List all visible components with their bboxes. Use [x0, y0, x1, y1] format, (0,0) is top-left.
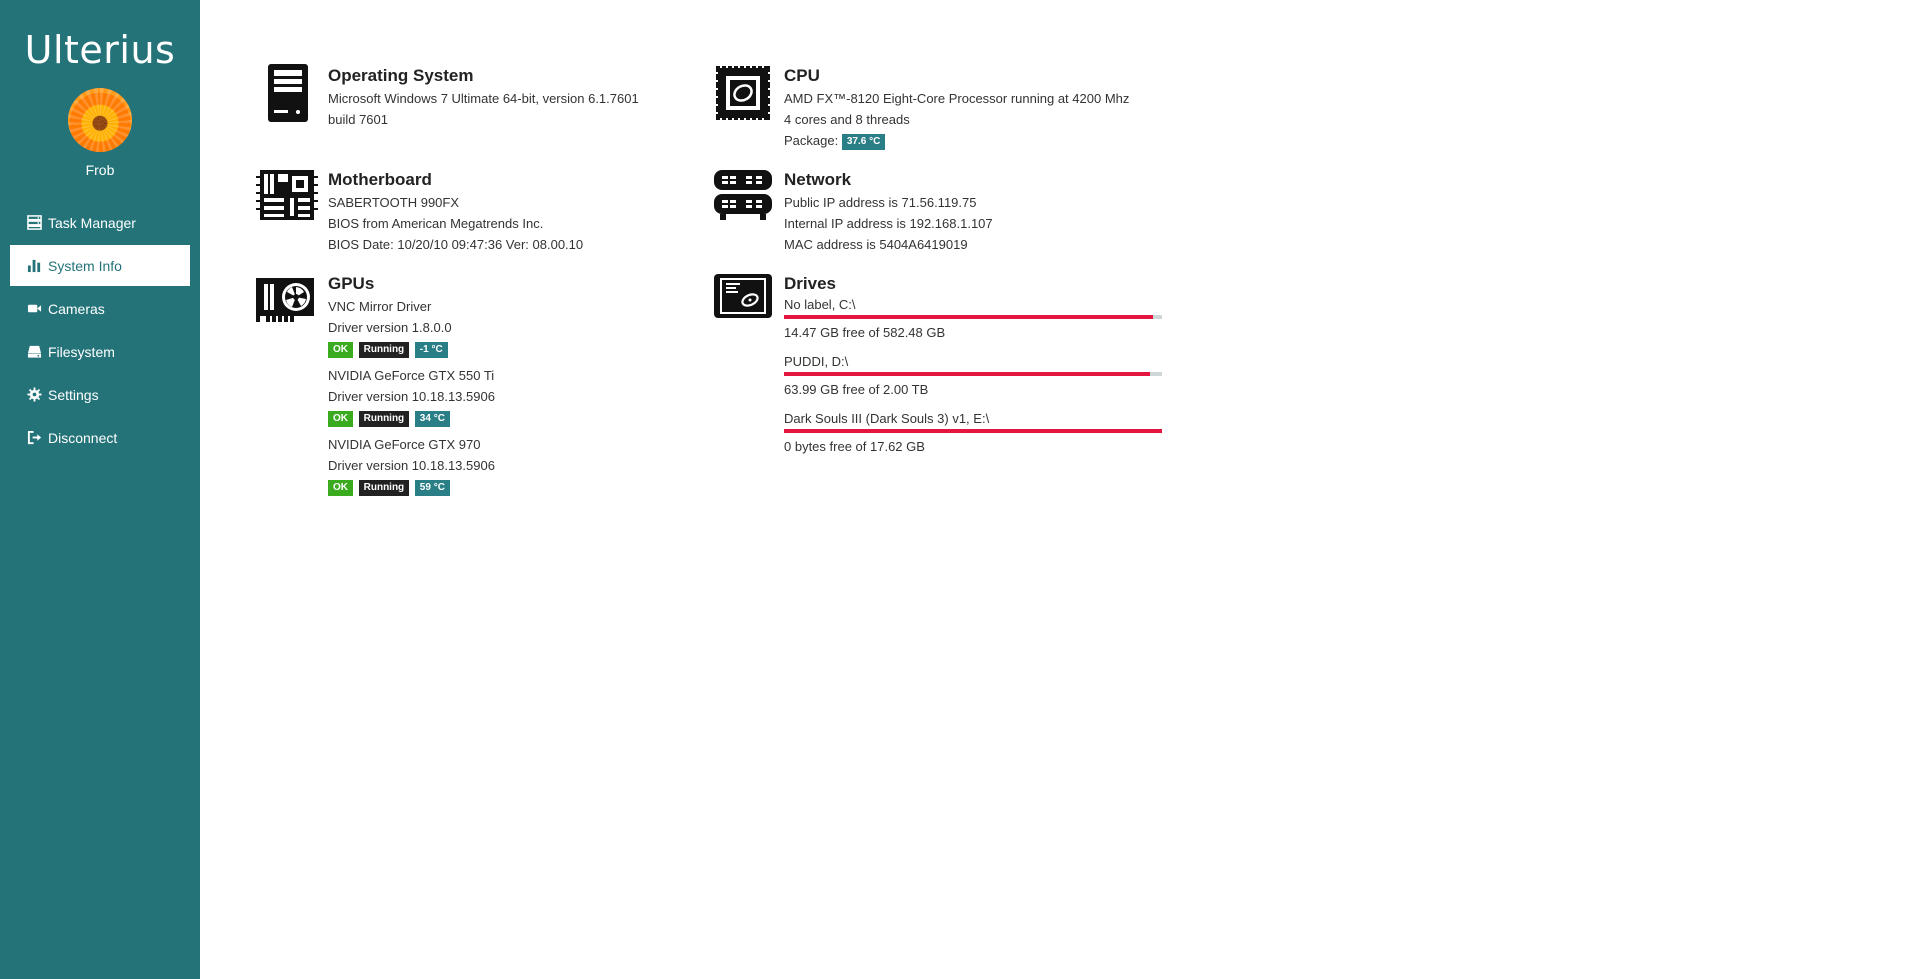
gpu-item: NVIDIA GeForce GTX 550 Ti Driver version… — [328, 365, 495, 428]
avatar[interactable] — [68, 88, 132, 152]
drive-usage-bar — [784, 429, 1162, 433]
cpu-section: CPU AMD FX™-8120 Eight-Core Processor ru… — [712, 62, 1129, 151]
sidebar-item-system-info[interactable]: System Info — [10, 245, 190, 286]
drive-free: 63.99 GB free of 2.00 TB — [784, 382, 929, 397]
drive-item: Dark Souls III (Dark Souls 3) v1, E:\ 0 … — [784, 410, 1162, 455]
gpus-section: GPUs VNC Mirror Driver Driver version 1.… — [256, 270, 495, 503]
cpu-title: CPU — [784, 66, 820, 85]
gpu-badges: OK Running 34 °C — [328, 407, 495, 428]
hard-disk-icon — [712, 270, 774, 332]
gpu-name: NVIDIA GeForce GTX 550 Ti — [328, 368, 495, 383]
bios-date: BIOS Date: 10/20/10 09:47:36 Ver: 08.00.… — [328, 237, 584, 252]
drives-section: Drives No label, C:\ 14.47 GB free of 58… — [712, 270, 1162, 467]
bios-vendor: BIOS from American Megatrends Inc. — [328, 216, 544, 231]
gpu-name: NVIDIA GeForce GTX 970 — [328, 437, 481, 452]
cpu-package-label: Package: — [784, 133, 839, 148]
sidebar-item-task-manager[interactable]: Task Manager — [10, 202, 190, 243]
mac-address: MAC address is 5404A6419019 — [784, 237, 968, 252]
cpu-cores: 4 cores and 8 threads — [784, 112, 910, 127]
motherboard-section: Motherboard SABERTOOTH 990FX BIOS from A… — [256, 166, 583, 255]
state-badge: Running — [358, 410, 410, 427]
motherboard-title: Motherboard — [328, 170, 432, 189]
sidebar-item-label: Task Manager — [48, 214, 136, 231]
gpu-driver: Driver version 10.18.13.5906 — [328, 389, 495, 404]
sidebar-item-disconnect[interactable]: Disconnect — [10, 417, 190, 458]
os-build: build 7601 — [328, 112, 388, 127]
drive-usage-bar — [784, 315, 1162, 319]
drive-usage-fill — [784, 315, 1153, 319]
gpu-driver: Driver version 10.18.13.5906 — [328, 458, 495, 473]
gpu-badges: OK Running -1 °C — [328, 338, 495, 359]
drive-usage-fill — [784, 372, 1151, 376]
main-content: Operating System Microsoft Windows 7 Ult… — [200, 0, 1920, 979]
sidebar-item-label: Filesystem — [48, 343, 115, 360]
drive-item: No label, C:\ 14.47 GB free of 582.48 GB — [784, 296, 1162, 341]
cpu-package: Package: 37.6 °C — [784, 130, 1129, 151]
sidebar-item-label: Disconnect — [48, 429, 118, 446]
temp-badge: 34 °C — [414, 410, 450, 427]
drive-usage-fill — [784, 429, 1162, 433]
bar-chart-icon — [26, 258, 42, 274]
gpu-item: VNC Mirror Driver Driver version 1.8.0.0… — [328, 296, 495, 359]
sidebar-item-label: System Info — [48, 257, 122, 274]
gpu-badges: OK Running 59 °C — [328, 476, 495, 497]
sidebar-item-label: Settings — [48, 386, 99, 403]
hard-drive-icon — [26, 344, 42, 360]
app-title: Ulterius — [24, 28, 176, 72]
sidebar-item-cameras[interactable]: Cameras — [10, 288, 190, 329]
gear-icon — [26, 387, 42, 403]
sidebar: Ulterius Frob Task Manager System Info C… — [0, 0, 200, 979]
gpu-driver: Driver version 1.8.0.0 — [328, 320, 452, 335]
cpu-model: AMD FX™-8120 Eight-Core Processor runnin… — [784, 91, 1130, 106]
os-title: Operating System — [328, 66, 474, 85]
drive-label: No label, C:\ — [784, 297, 856, 312]
status-badge: OK — [328, 479, 353, 496]
gpu-name: VNC Mirror Driver — [328, 299, 432, 314]
username: Frob — [85, 162, 115, 178]
server-icon — [26, 215, 42, 231]
video-camera-icon — [26, 301, 42, 317]
public-ip: Public IP address is 71.56.119.75 — [784, 195, 977, 210]
status-badge: OK — [328, 410, 353, 427]
drive-free: 14.47 GB free of 582.48 GB — [784, 325, 946, 340]
sign-out-icon — [26, 430, 42, 446]
sidebar-item-filesystem[interactable]: Filesystem — [10, 331, 190, 372]
network-title: Network — [784, 170, 852, 189]
drive-usage-bar — [784, 372, 1162, 376]
drive-label: PUDDI, D:\ — [784, 354, 849, 369]
state-badge: Running — [358, 479, 410, 496]
state-badge: Running — [358, 341, 410, 358]
sidebar-nav: Task Manager System Info Cameras Filesys… — [0, 202, 200, 458]
internal-ip: Internal IP address is 192.168.1.107 — [784, 216, 993, 231]
sidebar-item-settings[interactable]: Settings — [10, 374, 190, 415]
status-badge: OK — [328, 341, 353, 358]
drive-free: 0 bytes free of 17.62 GB — [784, 439, 925, 454]
drive-item: PUDDI, D:\ 63.99 GB free of 2.00 TB — [784, 353, 1162, 398]
os-version: Microsoft Windows 7 Ultimate 64-bit, ver… — [328, 91, 639, 106]
sidebar-item-label: Cameras — [48, 300, 105, 317]
temp-badge: 59 °C — [414, 479, 450, 496]
drive-label: Dark Souls III (Dark Souls 3) v1, E:\ — [784, 411, 990, 426]
computer-tower-icon — [256, 62, 318, 124]
network-switch-icon — [712, 166, 774, 228]
motherboard-icon — [256, 166, 318, 228]
graphics-card-icon — [256, 270, 318, 332]
gpus-title: GPUs — [328, 274, 375, 293]
temp-badge: -1 °C — [414, 341, 448, 358]
motherboard-model: SABERTOOTH 990FX — [328, 195, 460, 210]
os-section: Operating System Microsoft Windows 7 Ult… — [256, 62, 639, 130]
cpu-temp-badge: 37.6 °C — [841, 133, 886, 150]
cpu-chip-icon — [712, 62, 774, 124]
drives-title: Drives — [784, 274, 836, 293]
network-section: Network Public IP address is 71.56.119.7… — [712, 166, 993, 255]
gpu-item: NVIDIA GeForce GTX 970 Driver version 10… — [328, 434, 495, 497]
